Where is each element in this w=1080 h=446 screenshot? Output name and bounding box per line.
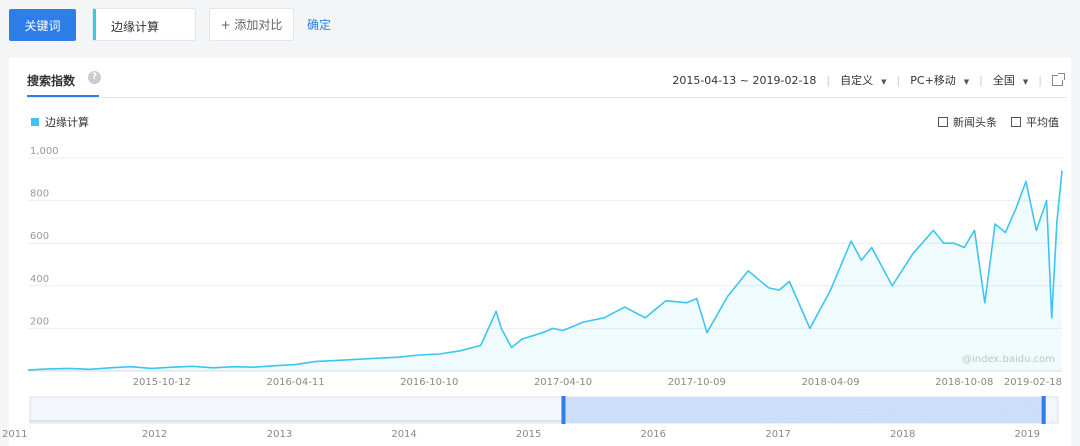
range-handle-right[interactable] — [1041, 396, 1046, 424]
y-tick-label: 600 — [30, 231, 49, 242]
overview-year-label: 2018 — [890, 429, 915, 440]
watermark: @index.baidu.com — [962, 354, 1055, 365]
overview-year-label: 2014 — [391, 429, 416, 440]
y-tick-label: 200 — [30, 316, 49, 327]
overview-year-label: 2012 — [142, 429, 167, 440]
x-tick-label: 2016-04-11 — [266, 377, 324, 388]
x-tick-label: 2018-04-09 — [801, 377, 859, 388]
overview-year-label: 2015 — [516, 429, 541, 440]
x-tick-label: 2017-04-10 — [534, 377, 592, 388]
x-tick-label: 2017-10-09 — [668, 377, 726, 388]
overview-year-label: 2011 — [2, 429, 27, 440]
x-tick-label: 2019-02-18 — [1004, 377, 1062, 388]
overview-selected-range[interactable] — [563, 397, 1044, 423]
overview-year-label: 2017 — [765, 429, 790, 440]
overview-year-label: 2016 — [640, 429, 665, 440]
x-tick-label: 2018-10-08 — [935, 377, 993, 388]
y-tick-label: 800 — [30, 189, 49, 200]
y-tick-label: 400 — [30, 274, 49, 285]
x-tick-label: 2016-10-10 — [400, 377, 458, 388]
overview-year-label: 2019 — [1015, 429, 1040, 440]
search-index-chart: 1,000 800 600 400 200 2015-10-12 2016-04-11 201… — [2, 146, 1063, 440]
range-handle-left[interactable] — [561, 396, 566, 424]
y-tick-label: 1,000 — [30, 146, 59, 157]
x-tick-label: 2015-10-12 — [133, 377, 191, 388]
overview-year-label: 2013 — [267, 429, 292, 440]
